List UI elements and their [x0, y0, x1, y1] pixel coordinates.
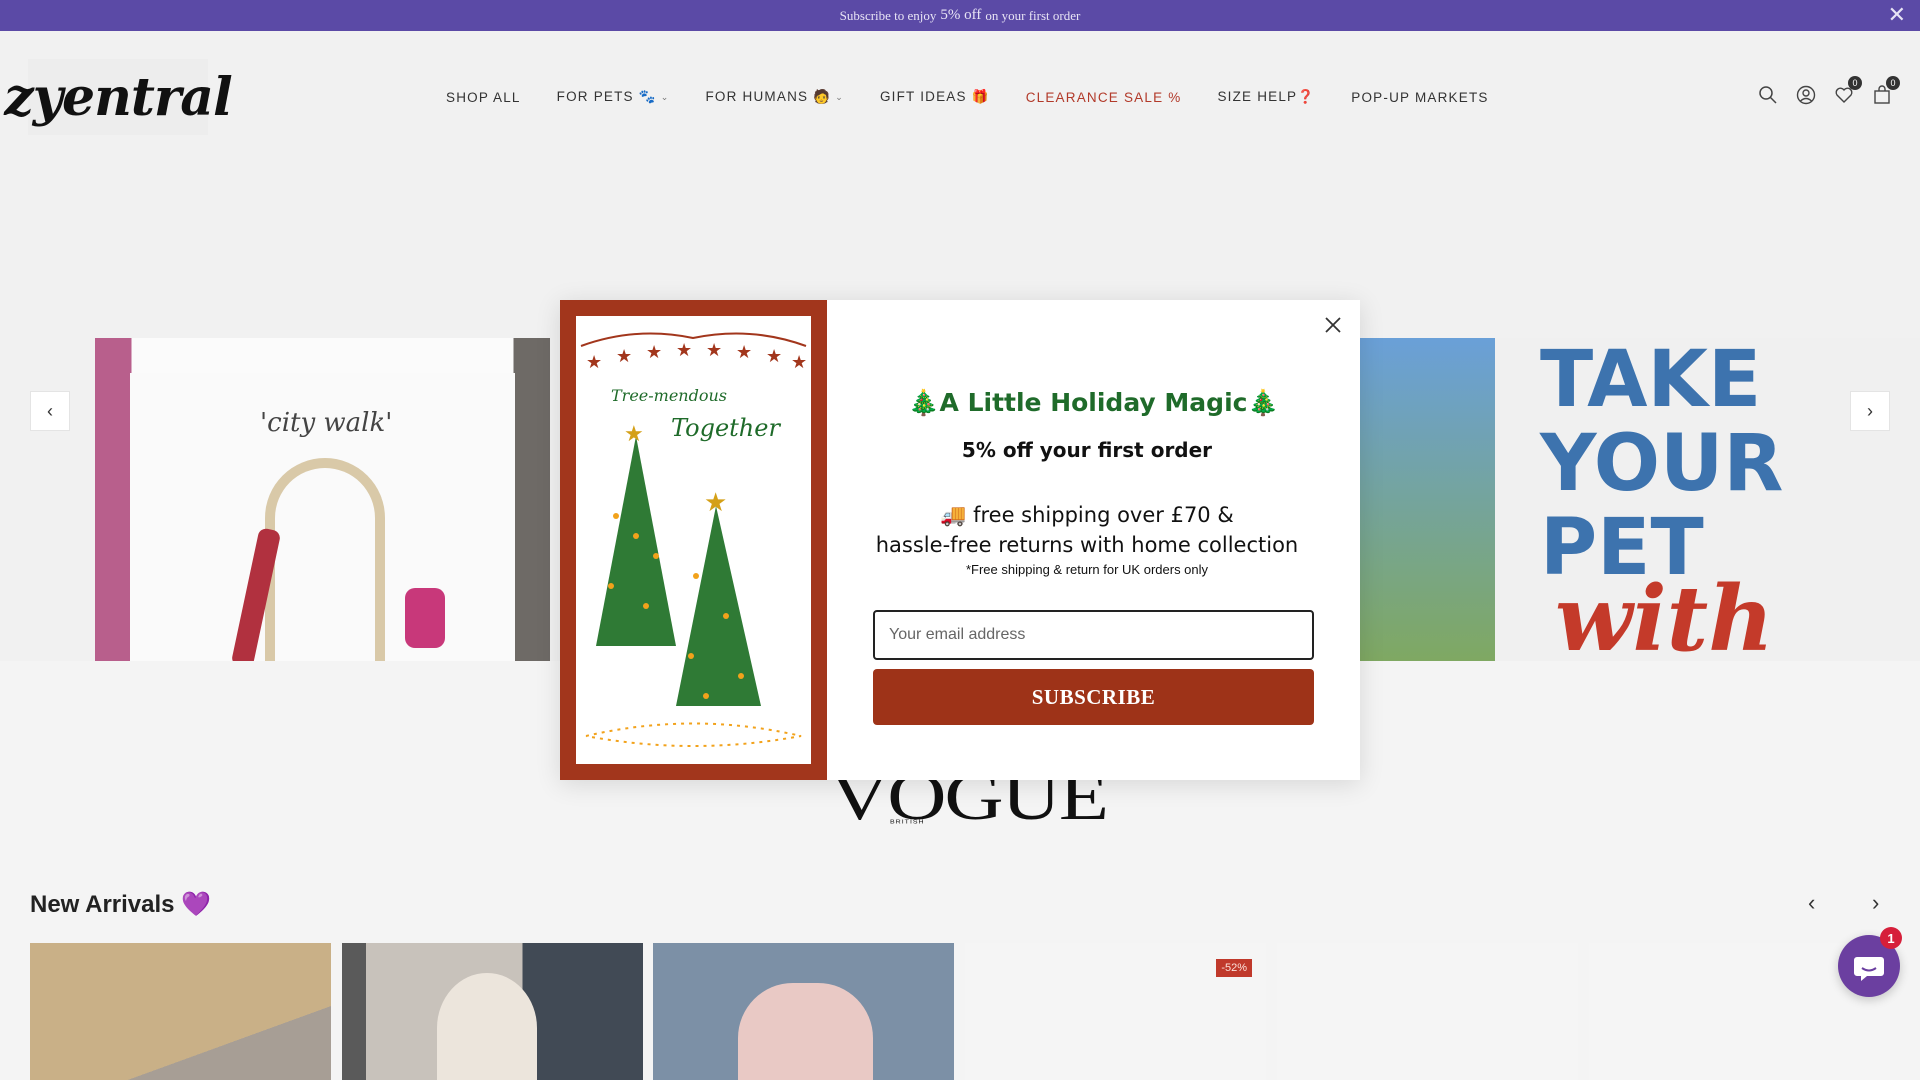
popup-title: 🎄A Little Holiday Magic🎄 [908, 388, 1279, 417]
product-card[interactable] [653, 943, 954, 1080]
chevron-down-icon: ⌄ [835, 91, 844, 102]
cart-icon[interactable]: 0 [1872, 76, 1900, 107]
nav-gift-ideas[interactable]: GIFT IDEAS 🎁 [880, 89, 990, 105]
svg-text:★: ★ [586, 352, 602, 372]
slide-caption: 'city walk' [260, 408, 393, 438]
slide-headline: TAKE YOUR PET [1540, 338, 1783, 590]
nav-label: POP-UP MARKETS [1351, 89, 1489, 105]
popup-shipping-text: 🚚 free shipping over £70 & hassle-free r… [827, 500, 1347, 560]
newsletter-popup: ★ ★ ★ ★ ★ ★ ★ ★ Tree-mendous Together ★ ★ 🎄A [560, 300, 1360, 780]
cart-count-badge: 0 [1886, 76, 1900, 90]
svg-text:★: ★ [736, 342, 752, 362]
nav-for-pets[interactable]: FOR PETS 🐾 ⌄ [557, 89, 670, 105]
svg-text:★: ★ [766, 346, 782, 366]
nav-label: SIZE HELP❓ [1217, 89, 1316, 104]
main-nav: SHOP ALL FOR PETS 🐾 ⌄ FOR HUMANS 🧑 ⌄ GIFT … [446, 89, 1525, 105]
svg-text:★: ★ [646, 342, 662, 362]
shipping-line: hassle-free returns with home collection [875, 533, 1299, 557]
chevron-right-icon: › [1867, 400, 1873, 421]
nav-label: FOR PETS 🐾 [556, 89, 657, 104]
arrivals-next-button[interactable]: › [1872, 890, 1879, 916]
product-photo [437, 973, 537, 1080]
hero-slide-take-your-pet[interactable]: TAKE YOUR PET with [1325, 338, 1920, 661]
nav-size-help[interactable]: SIZE HELP❓ [1217, 89, 1315, 105]
nav-clearance-sale[interactable]: CLEARANCE SALE % [1026, 89, 1182, 105]
headline-line: YOUR [1540, 419, 1784, 509]
nav-label: GIFT IDEAS 🎁 [879, 89, 990, 104]
announcement-bar: Subscribe to enjoy 5% off on your first … [0, 0, 1920, 31]
nav-label: CLEARANCE SALE % [1025, 89, 1182, 105]
art-text-1: Tree-mendous [611, 386, 727, 405]
nav-label: FOR HUMANS 🧑 [705, 89, 832, 104]
bag-strap-graphic [265, 458, 385, 661]
chevron-down-icon: ⌄ [660, 91, 670, 102]
vogue-edition: BRITISH [890, 819, 925, 826]
svg-text:★: ★ [624, 421, 644, 446]
popup-artwork: ★ ★ ★ ★ ★ ★ ★ ★ Tree-mendous Together ★ ★ [560, 300, 827, 780]
headline-line: TAKE [1540, 338, 1762, 425]
svg-text:★: ★ [616, 346, 632, 366]
site-header: zyentral SHOP ALL FOR PETS 🐾 ⌄ FOR HUMANS… [0, 31, 1920, 161]
new-arrivals-title: New Arrivals 💜 [30, 891, 212, 918]
chevron-left-icon: ‹ [47, 400, 53, 421]
chevron-left-icon: ‹ [1808, 890, 1816, 915]
svg-text:★: ★ [704, 487, 727, 517]
announcement-highlight: 5% off [940, 7, 982, 23]
carousel-prev-button[interactable]: ‹ [30, 391, 70, 431]
product-photo [738, 983, 873, 1080]
wishlist-count-badge: 0 [1848, 76, 1862, 90]
product-card[interactable] [1277, 943, 1578, 1080]
svg-text:★: ★ [791, 352, 807, 372]
nav-shop-all[interactable]: SHOP ALL [446, 89, 521, 105]
carousel-next-button[interactable]: › [1850, 391, 1890, 431]
popup-subtitle: 5% off your first order [961, 438, 1213, 462]
svg-text:★: ★ [676, 340, 692, 360]
account-icon[interactable] [1796, 85, 1816, 107]
svg-text:★: ★ [706, 340, 722, 360]
announcement-text-pre: Subscribe to enjoy [839, 7, 937, 23]
close-icon[interactable]: ✕ [1888, 3, 1906, 27]
subscribe-button[interactable]: SUBSCRIBE [873, 669, 1314, 725]
product-card[interactable]: -52% [965, 943, 1266, 1080]
shipping-line: 🚚 free shipping over £70 & [940, 503, 1234, 527]
header-icons: 0 0 [1758, 76, 1900, 107]
nav-label: SHOP ALL [446, 89, 521, 105]
chat-widget-button[interactable]: 1 [1838, 927, 1902, 997]
chevron-right-icon: › [1872, 890, 1880, 915]
site-logo[interactable]: zyentral [4, 59, 233, 135]
product-card[interactable] [30, 943, 331, 1080]
close-icon[interactable] [1320, 312, 1346, 338]
arrivals-prev-button[interactable]: ‹ [1808, 890, 1815, 916]
slide-script: with [1555, 566, 1774, 661]
announcement-text-post: on your first order [985, 7, 1081, 23]
logo-text: zyentral [4, 66, 232, 128]
email-field[interactable] [873, 610, 1314, 660]
popup-note: *Free shipping & return for UK orders on… [965, 562, 1209, 577]
nav-pop-up-markets[interactable]: POP-UP MARKETS [1351, 89, 1488, 105]
holiday-card-illustration: ★ ★ ★ ★ ★ ★ ★ ★ Tree-mendous Together ★ ★ [576, 316, 811, 764]
hero-slide-city-walk[interactable]: 'city walk' [95, 338, 550, 661]
discount-badge: -52% [1216, 959, 1252, 977]
pouch-graphic [405, 588, 445, 648]
product-card[interactable] [342, 943, 643, 1080]
heart-icon[interactable]: 0 [1834, 76, 1862, 107]
art-text-2: Together [671, 414, 781, 442]
chat-unread-badge: 1 [1880, 927, 1902, 949]
nav-for-humans[interactable]: FOR HUMANS 🧑 ⌄ [705, 89, 843, 105]
search-icon[interactable] [1758, 85, 1778, 107]
